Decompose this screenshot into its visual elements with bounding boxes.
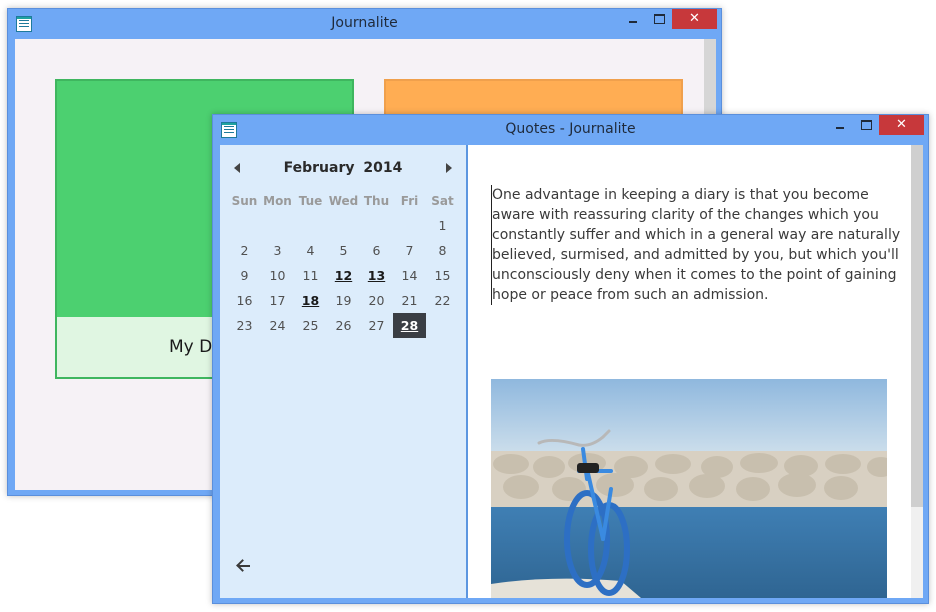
calendar-day[interactable]: 10: [261, 263, 294, 288]
calendar-day[interactable]: 26: [327, 313, 360, 338]
calendar-day[interactable]: 14: [393, 263, 426, 288]
quotes-window-content: February 2014 Sun Mon Tue Wed Thu Fri Sat 1234…: [220, 145, 923, 598]
quote-text[interactable]: One advantage in keeping a diary is that…: [491, 185, 901, 305]
calendar-month: February: [283, 160, 355, 176]
main-window-titlebar[interactable]: Journalite ✕: [8, 9, 721, 39]
minimize-icon[interactable]: [827, 115, 853, 135]
calendar-day[interactable]: 27: [360, 313, 393, 338]
calendar-day[interactable]: 19: [327, 288, 360, 313]
calendar-day[interactable]: 28: [393, 313, 426, 338]
quotes-window-titlebar[interactable]: Quotes - Journalite ✕: [213, 115, 928, 145]
weekday-header: Sun Mon Tue Wed Thu Fri Sat: [228, 194, 459, 208]
calendar-day[interactable]: 5: [327, 238, 360, 263]
orange-tile[interactable]: [384, 79, 683, 119]
calendar-grid: 1 2 3 4 5 6 7 8 9 10 11 12 13 14 15 16 17 18 19 20 21 22 23 24 2…: [228, 213, 459, 338]
bicycle-photo-graphic: [491, 379, 887, 598]
weekday-label: Mon: [263, 194, 292, 208]
calendar-day[interactable]: 15: [426, 263, 459, 288]
back-arrow-icon[interactable]: [236, 559, 254, 573]
calendar-day[interactable]: 25: [294, 313, 327, 338]
calendar-empty-cell: [228, 213, 261, 238]
quotes-window: Quotes - Journalite ✕ February 2014 Sun M…: [212, 114, 929, 604]
quote-page-scrollbar-track[interactable]: [911, 507, 923, 598]
calendar-day[interactable]: 8: [426, 238, 459, 263]
quote-page-scrollbar-thumb[interactable]: [911, 145, 923, 507]
weekday-label: Fri: [400, 194, 419, 208]
main-window-title: Journalite: [331, 15, 398, 31]
weekday-label: Wed: [328, 194, 359, 208]
calendar-day[interactable]: 3: [261, 238, 294, 263]
weekday-label: Thu: [363, 194, 390, 208]
next-month-icon[interactable]: [446, 163, 452, 173]
calendar-day[interactable]: 9: [228, 263, 261, 288]
calendar-empty-cell: [360, 213, 393, 238]
calendar-week-row: 16 17 18 19 20 21 22: [228, 288, 459, 313]
quote-page: One advantage in keeping a diary is that…: [468, 145, 923, 598]
calendar-day[interactable]: 23: [228, 313, 261, 338]
calendar-day[interactable]: 17: [261, 288, 294, 313]
calendar-day[interactable]: 13: [360, 263, 393, 288]
calendar-empty-cell: [327, 213, 360, 238]
calendar-day[interactable]: 22: [426, 288, 459, 313]
calendar-empty-cell: [294, 213, 327, 238]
calendar-empty-cell: [261, 213, 294, 238]
weekday-label: Tue: [298, 194, 323, 208]
calendar-empty-cell: [393, 213, 426, 238]
calendar-day[interactable]: 12: [327, 263, 360, 288]
calendar-sidebar: February 2014 Sun Mon Tue Wed Thu Fri Sat 1234…: [220, 145, 468, 598]
calendar-day[interactable]: 16: [228, 288, 261, 313]
calendar-header: February 2014: [220, 157, 466, 181]
calendar-day[interactable]: 20: [360, 288, 393, 313]
calendar-day[interactable]: 18: [294, 288, 327, 313]
minimize-icon[interactable]: [620, 9, 646, 29]
calendar-day[interactable]: 4: [294, 238, 327, 263]
calendar-week-row: 23 24 25 26 27 28: [228, 313, 459, 338]
calendar-day[interactable]: 11: [294, 263, 327, 288]
close-button[interactable]: ✕: [672, 9, 717, 29]
calendar-week-row: 9 10 11 12 13 14 15: [228, 263, 459, 288]
calendar-day[interactable]: 2: [228, 238, 261, 263]
calendar-month-title: February 2014: [220, 160, 466, 176]
calendar-day[interactable]: 1: [426, 213, 459, 238]
calendar-day[interactable]: 7: [393, 238, 426, 263]
calendar-week-row: 2345678: [228, 238, 459, 263]
calendar-day[interactable]: 21: [393, 288, 426, 313]
close-button[interactable]: ✕: [879, 115, 924, 135]
calendar-day[interactable]: 6: [360, 238, 393, 263]
calendar-day[interactable]: 24: [261, 313, 294, 338]
quotes-window-title: Quotes - Journalite: [505, 121, 636, 137]
calendar-week-row: 1: [228, 213, 459, 238]
maximize-icon[interactable]: [646, 9, 672, 29]
maximize-icon[interactable]: [853, 115, 879, 135]
bicycle-photo: [491, 379, 887, 598]
calendar-empty-cell: [426, 313, 459, 338]
calendar-year: 2014: [363, 160, 403, 176]
weekday-label: Sat: [431, 194, 454, 208]
weekday-label: Sun: [231, 194, 258, 208]
